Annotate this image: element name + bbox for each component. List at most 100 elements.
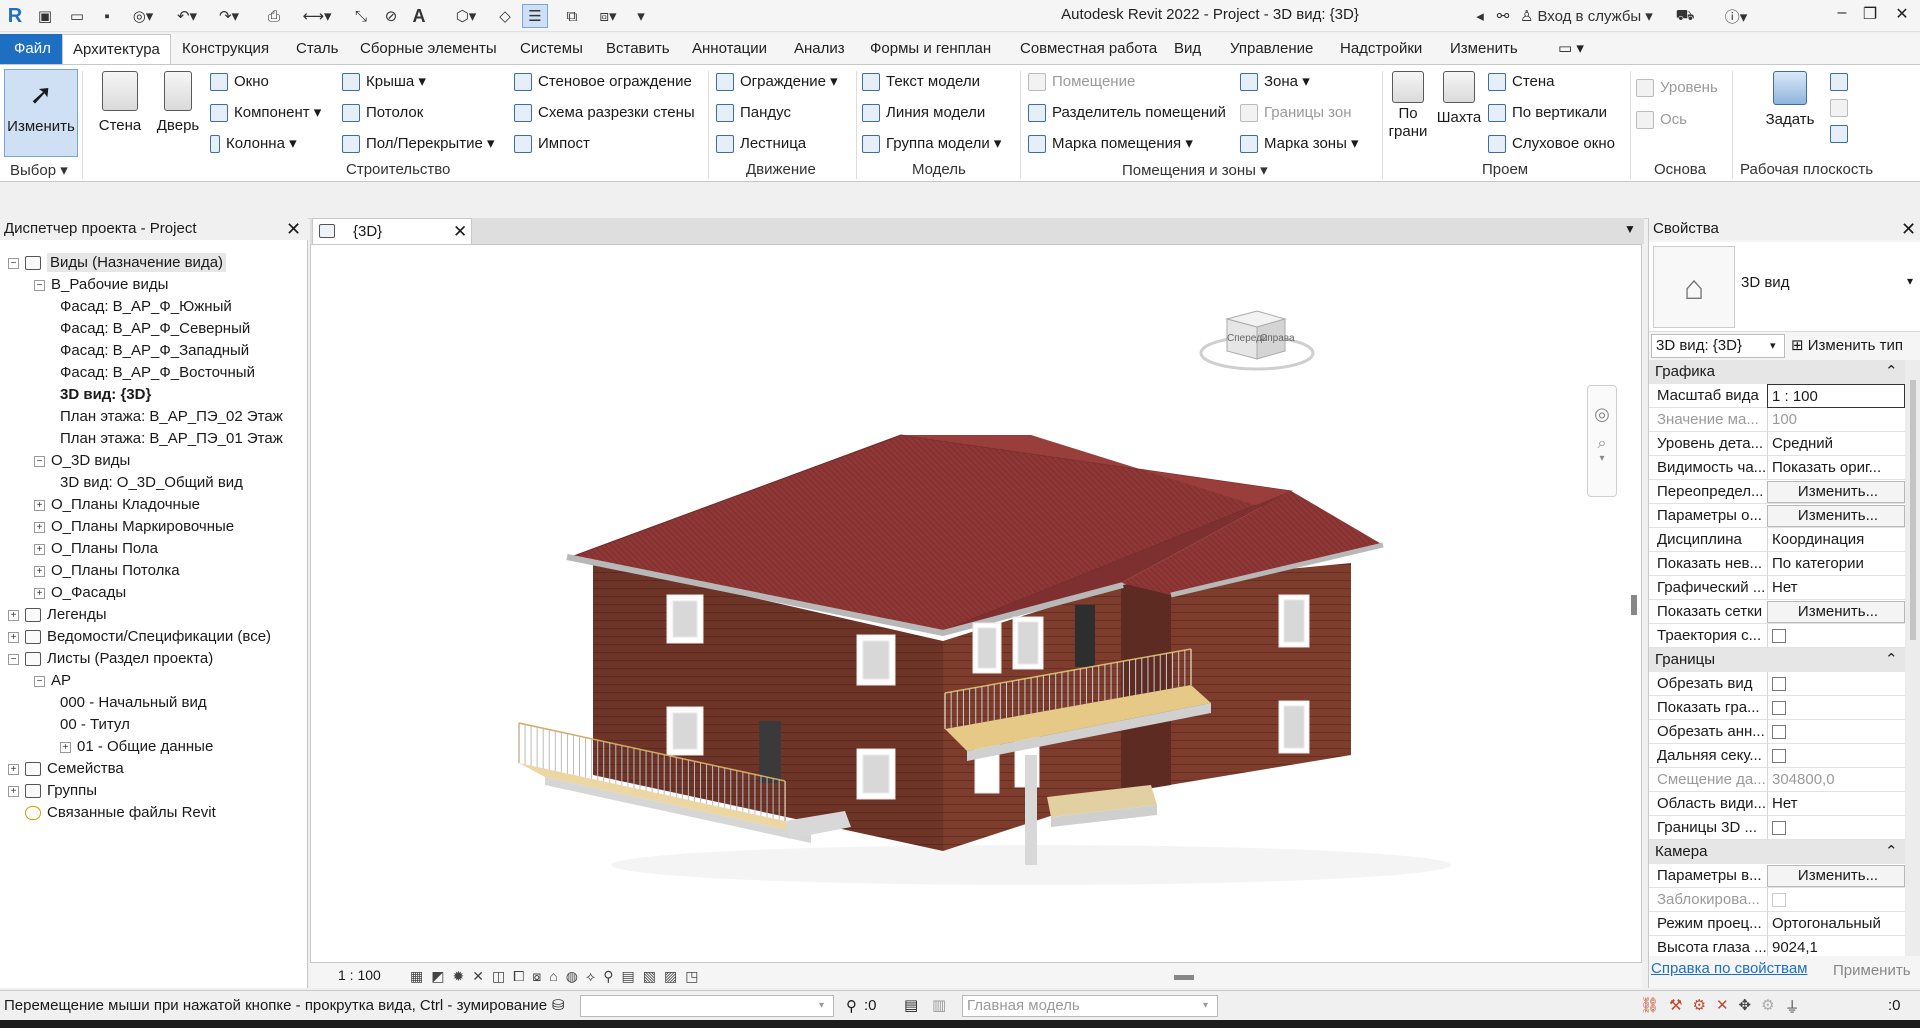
restore-button[interactable]: ❐ [1856,4,1884,28]
viewcube[interactable]: Спереди Справа [1197,307,1327,377]
close-hidden-icon[interactable]: ⧉ [560,4,584,28]
browser-item[interactable]: + О_Планы Кладочные [34,494,200,516]
collapse-icon[interactable]: − [34,675,45,687]
browser-item[interactable]: Фасад: В_АР_Ф_Западный [60,340,249,362]
crop-region-icon[interactable]: ⧇ [532,968,541,985]
checkbox[interactable] [1772,701,1786,716]
ceiling-button[interactable]: Потолок [342,100,423,126]
close-tab-icon[interactable]: ✕ [453,219,467,245]
tab-structure[interactable]: Конструкция [172,34,279,64]
browser-item[interactable]: 00 - Титул [60,714,130,736]
tab-precast[interactable]: Сборные элементы [350,34,507,64]
expand-icon[interactable]: + [8,631,19,643]
crop-view-icon[interactable]: ⧠ [513,968,524,985]
zoom-dropdown-icon[interactable]: ▾ [1588,453,1616,464]
ramp-button[interactable]: Пандус [716,100,791,126]
steering-wheel-icon[interactable]: ◎ [1588,404,1616,425]
vertical-scrollbar[interactable] [1631,595,1637,615]
sun-path-icon[interactable]: ✹ [452,968,464,985]
room-area-panel-label[interactable]: Помещения и зоны ▾ [1122,161,1268,179]
wall-opening-button[interactable]: Стена [1488,69,1555,95]
expand-icon[interactable]: + [8,763,19,775]
column-button[interactable]: Колонна ▾ [210,131,297,157]
component-button[interactable]: Компонент ▾ [210,100,321,126]
dimension-icon[interactable]: ⤡ [350,4,372,28]
property-value[interactable]: 9024,1 [1767,936,1905,956]
redo-icon[interactable]: ↷▾ [214,4,244,28]
browser-item[interactable]: Фасад: В_АР_Ф_Восточный [60,362,255,384]
property-edit-button[interactable]: Изменить... [1767,481,1905,503]
edit-type-button[interactable]: ⊞ Изменить тип [1791,334,1903,358]
temp-view-props-icon[interactable]: ◳ [685,968,698,985]
group-camera[interactable]: Камера ⌃ [1649,840,1905,864]
browser-item[interactable]: 3D вид: О_3D_Общий вид [60,472,243,494]
save-icon[interactable]: ▪ [96,4,118,28]
tab-systems[interactable]: Системы [510,34,593,64]
collapse-icon[interactable]: − [8,257,19,269]
tab-insert[interactable]: Вставить [596,34,680,64]
browser-item[interactable]: + О_Планы Маркировочные [34,516,234,538]
model-line-button[interactable]: Линия модели [862,100,985,126]
design-options-icon[interactable]: ▤ [904,996,918,1014]
tab-analyze[interactable]: Анализ [784,34,855,64]
search-left-icon[interactable]: ◂ [1472,4,1488,28]
tab-3d-view[interactable]: {3D} ✕ [312,218,472,244]
property-value[interactable]: По категории [1767,552,1905,576]
undo-icon[interactable]: ↶▾ [172,4,202,28]
curtain-grid-button[interactable]: Схема разрезки стены [514,100,695,126]
property-edit-button[interactable]: Изменить... [1767,505,1905,527]
expand-icon[interactable]: + [8,785,19,797]
thin-lines-icon[interactable]: ☰ [522,4,548,28]
measure-icon[interactable]: ⟷▾ [300,4,334,28]
worksharing-icon[interactable]: ⚲ [603,968,613,985]
model-text-button[interactable]: Текст модели [862,69,980,95]
design-options-dropdown-icon[interactable]: ▥ [932,996,946,1014]
help-icon[interactable]: ⓘ▾ [1716,4,1756,28]
tab-menu-icon[interactable]: ▼ [1624,222,1636,236]
stair-button[interactable]: Лестница [716,131,806,157]
property-value[interactable]: Показать ориг... [1767,456,1905,480]
browser-item[interactable]: − Листы (Раздел проекта) [8,648,213,670]
browser-item[interactable]: − О_3D виды [34,450,130,472]
zoom-icon[interactable]: ⌕ [1588,435,1616,453]
tab-addins[interactable]: Надстройки [1330,34,1432,64]
checkbox[interactable] [1772,677,1786,692]
tag-icon[interactable]: ⊘ [380,4,402,28]
render-icon[interactable]: ◫ [492,968,505,985]
browser-item[interactable]: 000 - Начальный вид [60,692,207,714]
set-workplane-button[interactable]: Задать [1760,71,1820,128]
panel-toggle-icon[interactable]: ▭ ▾ [1548,34,1594,64]
property-checkbox[interactable] [1767,672,1905,696]
temp-hide-icon[interactable]: ◍ [566,968,578,985]
ref-plane-button[interactable] [1830,95,1854,121]
floor-button[interactable]: Пол/Перекрытие ▾ [342,131,495,157]
section-icon[interactable]: ◇ [494,4,516,28]
home-icon[interactable]: ▣ [34,4,56,28]
main-model-dropdown[interactable]: Главная модель ▾ [962,995,1218,1017]
checkbox[interactable] [1772,629,1786,644]
revit-logo-icon[interactable]: R [4,4,26,28]
vertical-opening-button[interactable]: По вертикали [1488,100,1607,126]
properties-scrollbar[interactable] [1905,360,1920,956]
select-links-icon[interactable]: ⛓ [1640,996,1659,1017]
properties-help-link[interactable]: Справка по свойствам [1651,960,1808,977]
tab-architecture[interactable]: Архитектура [62,34,171,64]
browser-item[interactable]: + О_Планы Потолка [34,560,180,582]
dormer-button[interactable]: Слуховое окно [1488,131,1615,157]
print-icon[interactable]: ⎙ [262,4,286,28]
browser-item[interactable]: Фасад: В_АР_Ф_Южный [60,296,232,318]
by-face-button[interactable]: По грани [1388,71,1428,141]
sign-in-button[interactable]: ♙ Вход в службы ▾ [1520,4,1670,28]
browser-item[interactable]: + Семейства [8,758,124,780]
viewer-button[interactable] [1830,121,1854,147]
browser-item[interactable]: 3D вид: {3D} [60,384,151,406]
property-checkbox[interactable] [1767,744,1905,768]
room-separator-button[interactable]: Разделитель помещений [1028,100,1226,126]
roof-button[interactable]: Крыша ▾ [342,69,426,95]
open-icon[interactable]: ▭ [66,4,88,28]
detail-level-icon[interactable]: ▦ [410,968,423,985]
browser-item[interactable]: + Легенды [8,604,107,626]
browser-item[interactable]: План этажа: В_АР_ПЭ_02 Этаж [60,406,283,428]
collapse-group-icon[interactable]: ⌃ [1885,360,1898,384]
3d-viewport[interactable]: Спереди Справа ◎ ⌕ ▾ [310,244,1642,966]
